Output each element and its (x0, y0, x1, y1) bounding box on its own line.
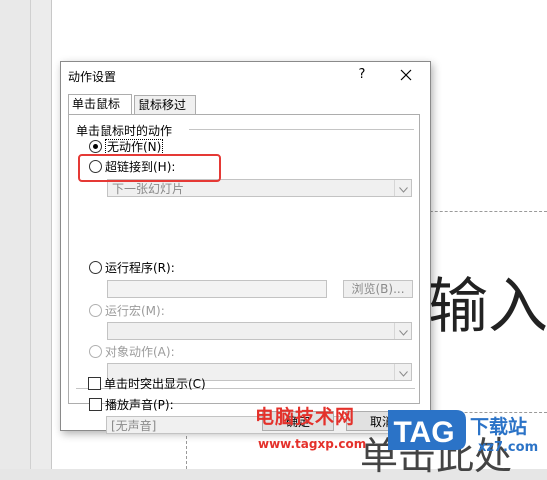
checkbox[interactable] (89, 398, 102, 411)
watermark-site: 下载站 (470, 416, 528, 438)
tab-mouse-click[interactable]: 单击鼠标 (68, 94, 132, 115)
chevron-down-icon (398, 371, 408, 377)
dropdown-button[interactable] (394, 364, 411, 380)
checkbox-highlight-click[interactable]: 单击时突出显示(C) (88, 376, 206, 392)
radio-label: 无动作(N) (105, 139, 164, 155)
radio-button[interactable] (89, 304, 102, 317)
dialog-title: 动作设置 (68, 70, 117, 84)
radio-no-action[interactable]: 无动作(N) (89, 139, 164, 155)
group-divider (189, 129, 414, 130)
radio-button[interactable] (89, 140, 102, 153)
annotation-highlight-box (78, 154, 221, 182)
watermark-url: www.tagxp.com (258, 437, 367, 451)
tag-logo-icon: TAG (388, 410, 466, 450)
checkbox-play-sound[interactable]: 播放声音(P): (89, 397, 174, 413)
checkbox[interactable] (88, 377, 101, 390)
dropdown-button[interactable] (394, 180, 411, 196)
radio-button[interactable] (89, 345, 102, 358)
radio-object-action[interactable]: 对象动作(A): (89, 344, 175, 360)
checkbox-label: 单击时突出显示(C) (104, 377, 206, 391)
logo-text: TAG (393, 416, 454, 449)
dropdown-button[interactable] (394, 323, 411, 339)
browse-button[interactable]: 浏览(B)... (343, 280, 413, 298)
radio-label: 运行程序(R): (105, 261, 175, 275)
help-button[interactable]: ? (353, 66, 371, 84)
group-label: 单击鼠标时的动作 (76, 124, 173, 138)
select-value: 下一张幻灯片 (112, 182, 185, 196)
macro-select[interactable] (107, 322, 412, 340)
slide-title-text[interactable]: 输入 (428, 258, 547, 345)
radio-label: 运行宏(M): (105, 304, 165, 318)
tab-mouse-over[interactable]: 鼠标移过 (134, 95, 196, 114)
slide-thumbnail-pane (0, 0, 31, 469)
chevron-down-icon (398, 330, 408, 336)
watermark-site-url: xz7.com (478, 440, 539, 455)
dialog-title-bar[interactable]: 动作设置 ? (61, 62, 430, 88)
watermark-text: 电脑技术网 (255, 406, 356, 428)
radio-button[interactable] (89, 261, 102, 274)
close-icon (400, 69, 412, 81)
radio-run-macro[interactable]: 运行宏(M): (89, 303, 165, 319)
chevron-down-icon (398, 187, 408, 193)
checkbox-label: 播放声音(P): (105, 398, 174, 412)
close-button[interactable] (396, 66, 416, 84)
radio-label: 对象动作(A): (105, 345, 175, 359)
program-path-input[interactable] (107, 280, 327, 298)
radio-run-program[interactable]: 运行程序(R): (89, 260, 175, 276)
select-value: [无声音] (111, 419, 157, 433)
